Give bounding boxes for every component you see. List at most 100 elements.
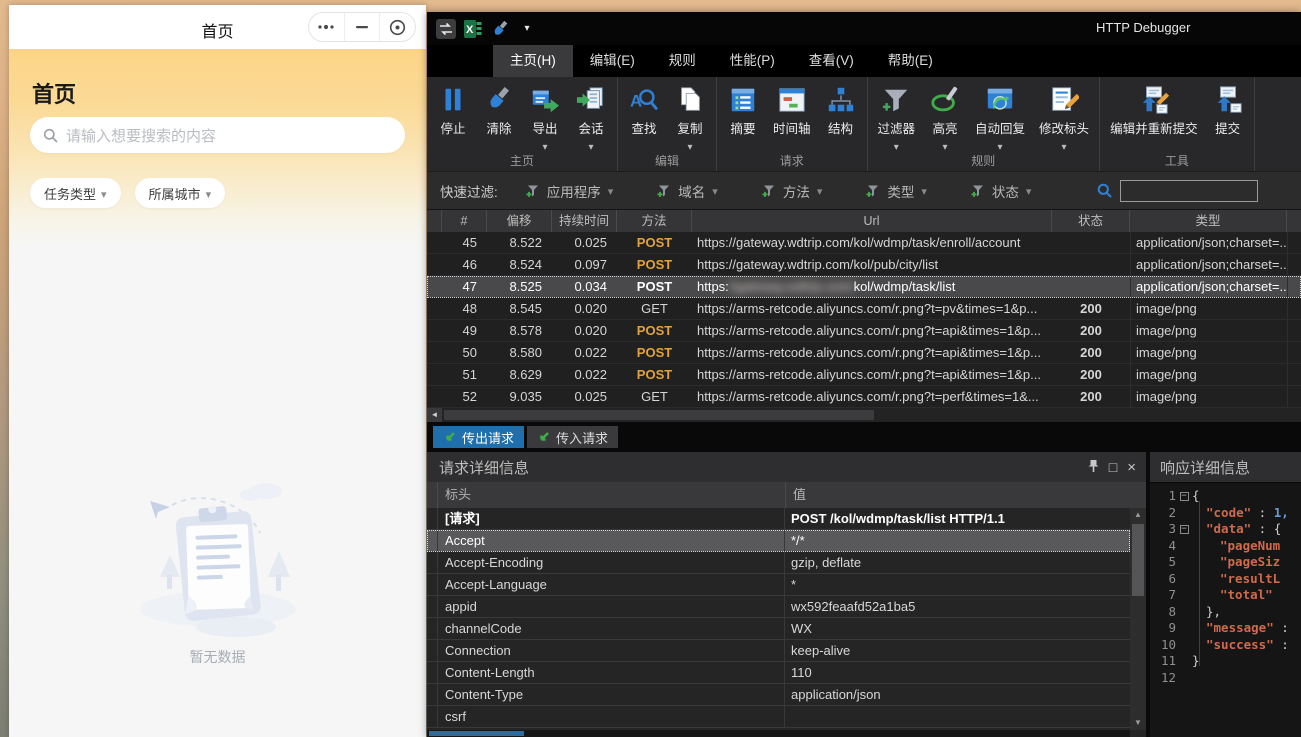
header-row[interactable]: csrf	[427, 706, 1130, 728]
filter-chip[interactable]: 任务类型	[30, 178, 121, 208]
clear-button[interactable]: 清除	[477, 81, 521, 149]
quick-access-dropdown[interactable]	[517, 19, 537, 39]
close-panel-icon[interactable]	[1127, 461, 1136, 475]
request-row[interactable]: 51 8.629 0.022 POST https://arms-retcode…	[427, 364, 1301, 386]
response-body-viewer[interactable]: 1 − { 2 "code" : 1, 3 −	[1150, 482, 1301, 737]
header-name: csrf	[437, 706, 785, 727]
column-header[interactable]: 类型	[1130, 210, 1287, 232]
filter-dropdown[interactable]: 应用程序	[526, 181, 614, 201]
fold-toggle-icon[interactable]	[1180, 640, 1189, 649]
scrollbar-thumb[interactable]	[444, 410, 874, 420]
filter-dropdown[interactable]: 域名	[657, 181, 718, 201]
fold-toggle-icon[interactable]	[1180, 558, 1189, 567]
find-button[interactable]: A 查找	[622, 81, 666, 149]
column-header[interactable]: 偏移	[487, 210, 552, 232]
stop-button[interactable]: 停止	[431, 81, 475, 149]
request-row[interactable]: 52 9.035 0.025 GET https://arms-retcode.…	[427, 386, 1301, 408]
detail-horizontal-scrollbar[interactable]	[427, 730, 1130, 737]
code-line: 10 "success" :	[1150, 637, 1301, 654]
export-excel-button[interactable]: X	[463, 19, 483, 39]
request-row[interactable]: 48 8.545 0.020 GET https://arms-retcode.…	[427, 298, 1301, 320]
ribbon-tab[interactable]: 主页(H)	[493, 45, 573, 77]
minimize-button[interactable]	[344, 13, 380, 41]
url-cell: https://gateway.wdtrip.com/kol/wdmp/task…	[692, 232, 1052, 253]
fold-toggle-icon[interactable]	[1180, 591, 1189, 600]
request-row[interactable]: 46 8.524 0.097 POST https://gateway.wdtr…	[427, 254, 1301, 276]
request-row[interactable]: 45 8.522 0.025 POST https://gateway.wdtr…	[427, 232, 1301, 254]
filter-chip[interactable]: 所属城市	[135, 178, 226, 208]
fold-toggle-icon[interactable]	[1180, 673, 1189, 682]
fold-toggle-icon[interactable]	[1180, 624, 1189, 633]
header-row[interactable]: [请求] POST /kol/wdmp/task/list HTTP/1.1	[427, 508, 1130, 530]
filter-dropdown[interactable]: 方法	[762, 181, 823, 201]
summary-button[interactable]: 摘要	[721, 81, 765, 149]
filter-dropdown[interactable]: 类型	[866, 181, 927, 201]
request-row[interactable]: 50 8.580 0.022 POST https://arms-retcode…	[427, 342, 1301, 364]
header-column[interactable]: 标头	[437, 482, 785, 508]
header-row[interactable]: Accept-Language *	[427, 574, 1130, 596]
status-cell: 200	[1052, 364, 1130, 385]
auto-respond-button[interactable]: 自动回复	[969, 81, 1031, 149]
more-button[interactable]	[309, 13, 344, 41]
header-row[interactable]: appid wx592feaafd52a1ba5	[427, 596, 1130, 618]
search-input[interactable]	[1120, 180, 1258, 202]
highlight-button[interactable]: 高亮	[923, 81, 967, 149]
search-input[interactable]: 请输入想要搜索的内容	[30, 117, 405, 153]
export-button[interactable]: 导出	[523, 81, 567, 149]
header-row[interactable]: Accept-Encoding gzip, deflate	[427, 552, 1130, 574]
column-header[interactable]: #	[442, 210, 487, 232]
column-header[interactable]: 持续时间	[552, 210, 617, 232]
fold-toggle-icon[interactable]	[1180, 607, 1189, 616]
structure-button[interactable]: 结构	[819, 81, 863, 149]
scroll-up-arrow[interactable]	[1130, 508, 1146, 522]
ribbon-tab[interactable]: 编辑(E)	[573, 45, 652, 77]
table-horizontal-scrollbar[interactable]	[427, 408, 1301, 422]
column-header[interactable]: Url	[692, 210, 1052, 232]
column-header[interactable]: 状态	[1052, 210, 1130, 232]
capture-toggle-button[interactable]	[436, 19, 456, 39]
timeline-button[interactable]: 时间轴	[767, 81, 817, 149]
scroll-down-arrow[interactable]	[1130, 716, 1146, 730]
header-row[interactable]: channelCode WX	[427, 618, 1130, 640]
session-button[interactable]: 会话	[569, 81, 613, 149]
edit-resubmit-button[interactable]: 编辑并重新提交	[1104, 81, 1204, 149]
header-name: Content-Length	[437, 662, 785, 683]
method-cell: POST	[617, 232, 692, 253]
column-header[interactable]: 方法	[617, 210, 692, 232]
line-number: 7	[1150, 587, 1176, 604]
copy-button[interactable]: 复制	[668, 81, 712, 149]
traffic-tab[interactable]: 传出请求	[433, 426, 524, 448]
request-row[interactable]: 47 8.525 0.034 POST https://gateway.wdtr…	[427, 276, 1301, 298]
value-column[interactable]: 值	[785, 482, 1146, 508]
maximize-panel-icon[interactable]	[1109, 460, 1117, 475]
fold-toggle-icon[interactable]: −	[1180, 492, 1189, 501]
ribbon-tab[interactable]: 帮助(E)	[871, 45, 950, 77]
close-capsule-button[interactable]	[379, 13, 415, 41]
fold-toggle-icon[interactable]	[1180, 508, 1189, 517]
offset-cell: 8.545	[487, 298, 552, 319]
request-row[interactable]: 49 8.578 0.020 POST https://arms-retcode…	[427, 320, 1301, 342]
fold-toggle-icon[interactable]	[1180, 541, 1189, 550]
modify-headers-button[interactable]: 修改标头	[1033, 81, 1095, 149]
ribbon-tab[interactable]: 规则	[652, 45, 713, 77]
header-row[interactable]: Content-Type application/json	[427, 684, 1130, 706]
fold-toggle-icon[interactable]	[1180, 574, 1189, 583]
header-row[interactable]: Connection keep-alive	[427, 640, 1130, 662]
scroll-left-arrow[interactable]	[427, 408, 442, 422]
detail-vertical-scrollbar[interactable]	[1130, 508, 1146, 730]
clear-quick-button[interactable]	[490, 19, 510, 39]
scrollbar-thumb[interactable]	[1132, 524, 1144, 596]
pin-icon[interactable]	[1088, 459, 1099, 476]
ribbon-tab[interactable]: 性能(P)	[713, 45, 792, 77]
ribbon-tab-label: 编辑(E)	[590, 53, 635, 68]
filter-button[interactable]: 过滤器	[872, 81, 922, 149]
submit-button[interactable]: 提交	[1206, 81, 1250, 149]
ribbon-tab[interactable]: 查看(V)	[792, 45, 871, 77]
traffic-tab[interactable]: 传入请求	[527, 426, 618, 448]
filter-dropdown[interactable]: 状态	[971, 181, 1032, 201]
fold-toggle-icon[interactable]	[1180, 657, 1189, 666]
fold-toggle-icon[interactable]: −	[1180, 525, 1189, 534]
header-row[interactable]: Content-Length 110	[427, 662, 1130, 684]
scrollbar-thumb[interactable]	[429, 731, 524, 736]
header-row[interactable]: Accept */*	[427, 530, 1130, 552]
